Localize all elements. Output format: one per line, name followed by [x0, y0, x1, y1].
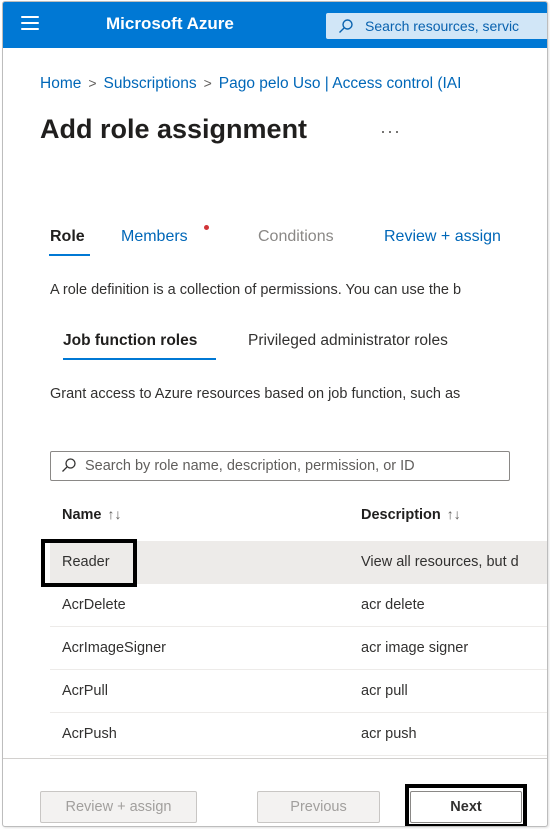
page-title: Add role assignment [40, 114, 308, 144]
table-row[interactable]: AcrPull acr pull [50, 670, 547, 713]
role-name: AcrDelete [62, 597, 126, 613]
sort-icon[interactable]: ↑↓ [108, 506, 122, 522]
breadcrumb-access-control[interactable]: Pago pelo Uso | Access control (IAI [219, 75, 462, 92]
previous-button[interactable]: Previous [257, 791, 380, 823]
column-header-name-label: Name [62, 507, 102, 523]
role-description: acr push [361, 726, 417, 742]
hamburger-menu-icon[interactable] [21, 16, 39, 32]
tab-review-assign[interactable]: Review + assign [384, 228, 501, 246]
tab-job-function-roles[interactable]: Job function roles [63, 332, 197, 350]
role-description: acr image signer [361, 640, 469, 656]
role-definition-description: A role definition is a collection of per… [50, 282, 462, 298]
tab-conditions: Conditions [258, 228, 334, 245]
column-header-description[interactable]: Description ↑↓ [361, 506, 461, 523]
role-name: AcrPush [62, 726, 117, 742]
azure-portal-window: Microsoft Azure Search resources, servic… [2, 1, 548, 827]
breadcrumb: Home > Subscriptions > Pago pelo Uso | Acces… [40, 75, 461, 93]
search-icon [339, 19, 353, 33]
column-header-name[interactable]: Name ↑↓ [62, 506, 122, 523]
more-options-icon[interactable]: ··· [380, 121, 401, 142]
role-name: AcrImageSigner [62, 640, 166, 656]
table-row[interactable]: AcrImageSigner acr image signer [50, 627, 547, 670]
annotation-highlight-next [405, 784, 527, 826]
breadcrumb-separator: > [88, 75, 97, 91]
role-search-input[interactable]: Search by role name, description, permis… [50, 451, 510, 481]
global-search-input[interactable]: Search resources, servic [326, 13, 547, 39]
required-indicator-dot [204, 225, 209, 230]
role-name: AcrPull [62, 683, 108, 699]
breadcrumb-separator: > [203, 75, 212, 91]
search-icon [62, 458, 76, 472]
active-tab-indicator [49, 254, 90, 256]
annotation-highlight-reader [41, 539, 137, 587]
top-bar: Microsoft Azure Search resources, servic [3, 2, 547, 48]
review-assign-button[interactable]: Review + assign [40, 791, 197, 823]
table-row[interactable]: AcrDelete acr delete [50, 584, 547, 627]
grant-access-description: Grant access to Azure resources based on… [50, 386, 461, 402]
role-description: acr pull [361, 683, 408, 699]
breadcrumb-home[interactable]: Home [40, 75, 81, 92]
role-search-placeholder: Search by role name, description, permis… [85, 458, 415, 474]
tab-role[interactable]: Role [50, 228, 85, 246]
sort-icon[interactable]: ↑↓ [447, 506, 461, 522]
footer-divider [3, 758, 547, 759]
tab-privileged-administrator-roles[interactable]: Privileged administrator roles [248, 332, 448, 350]
global-search-placeholder: Search resources, servic [365, 18, 520, 34]
column-header-description-label: Description [361, 507, 441, 523]
table-row[interactable]: AcrPush acr push [50, 713, 547, 756]
active-subtab-indicator [63, 358, 216, 360]
role-description: View all resources, but d [361, 554, 519, 570]
tab-members[interactable]: Members [121, 228, 188, 246]
brand-name[interactable]: Microsoft Azure [106, 14, 234, 34]
breadcrumb-subscriptions[interactable]: Subscriptions [104, 75, 197, 92]
role-description: acr delete [361, 597, 425, 613]
